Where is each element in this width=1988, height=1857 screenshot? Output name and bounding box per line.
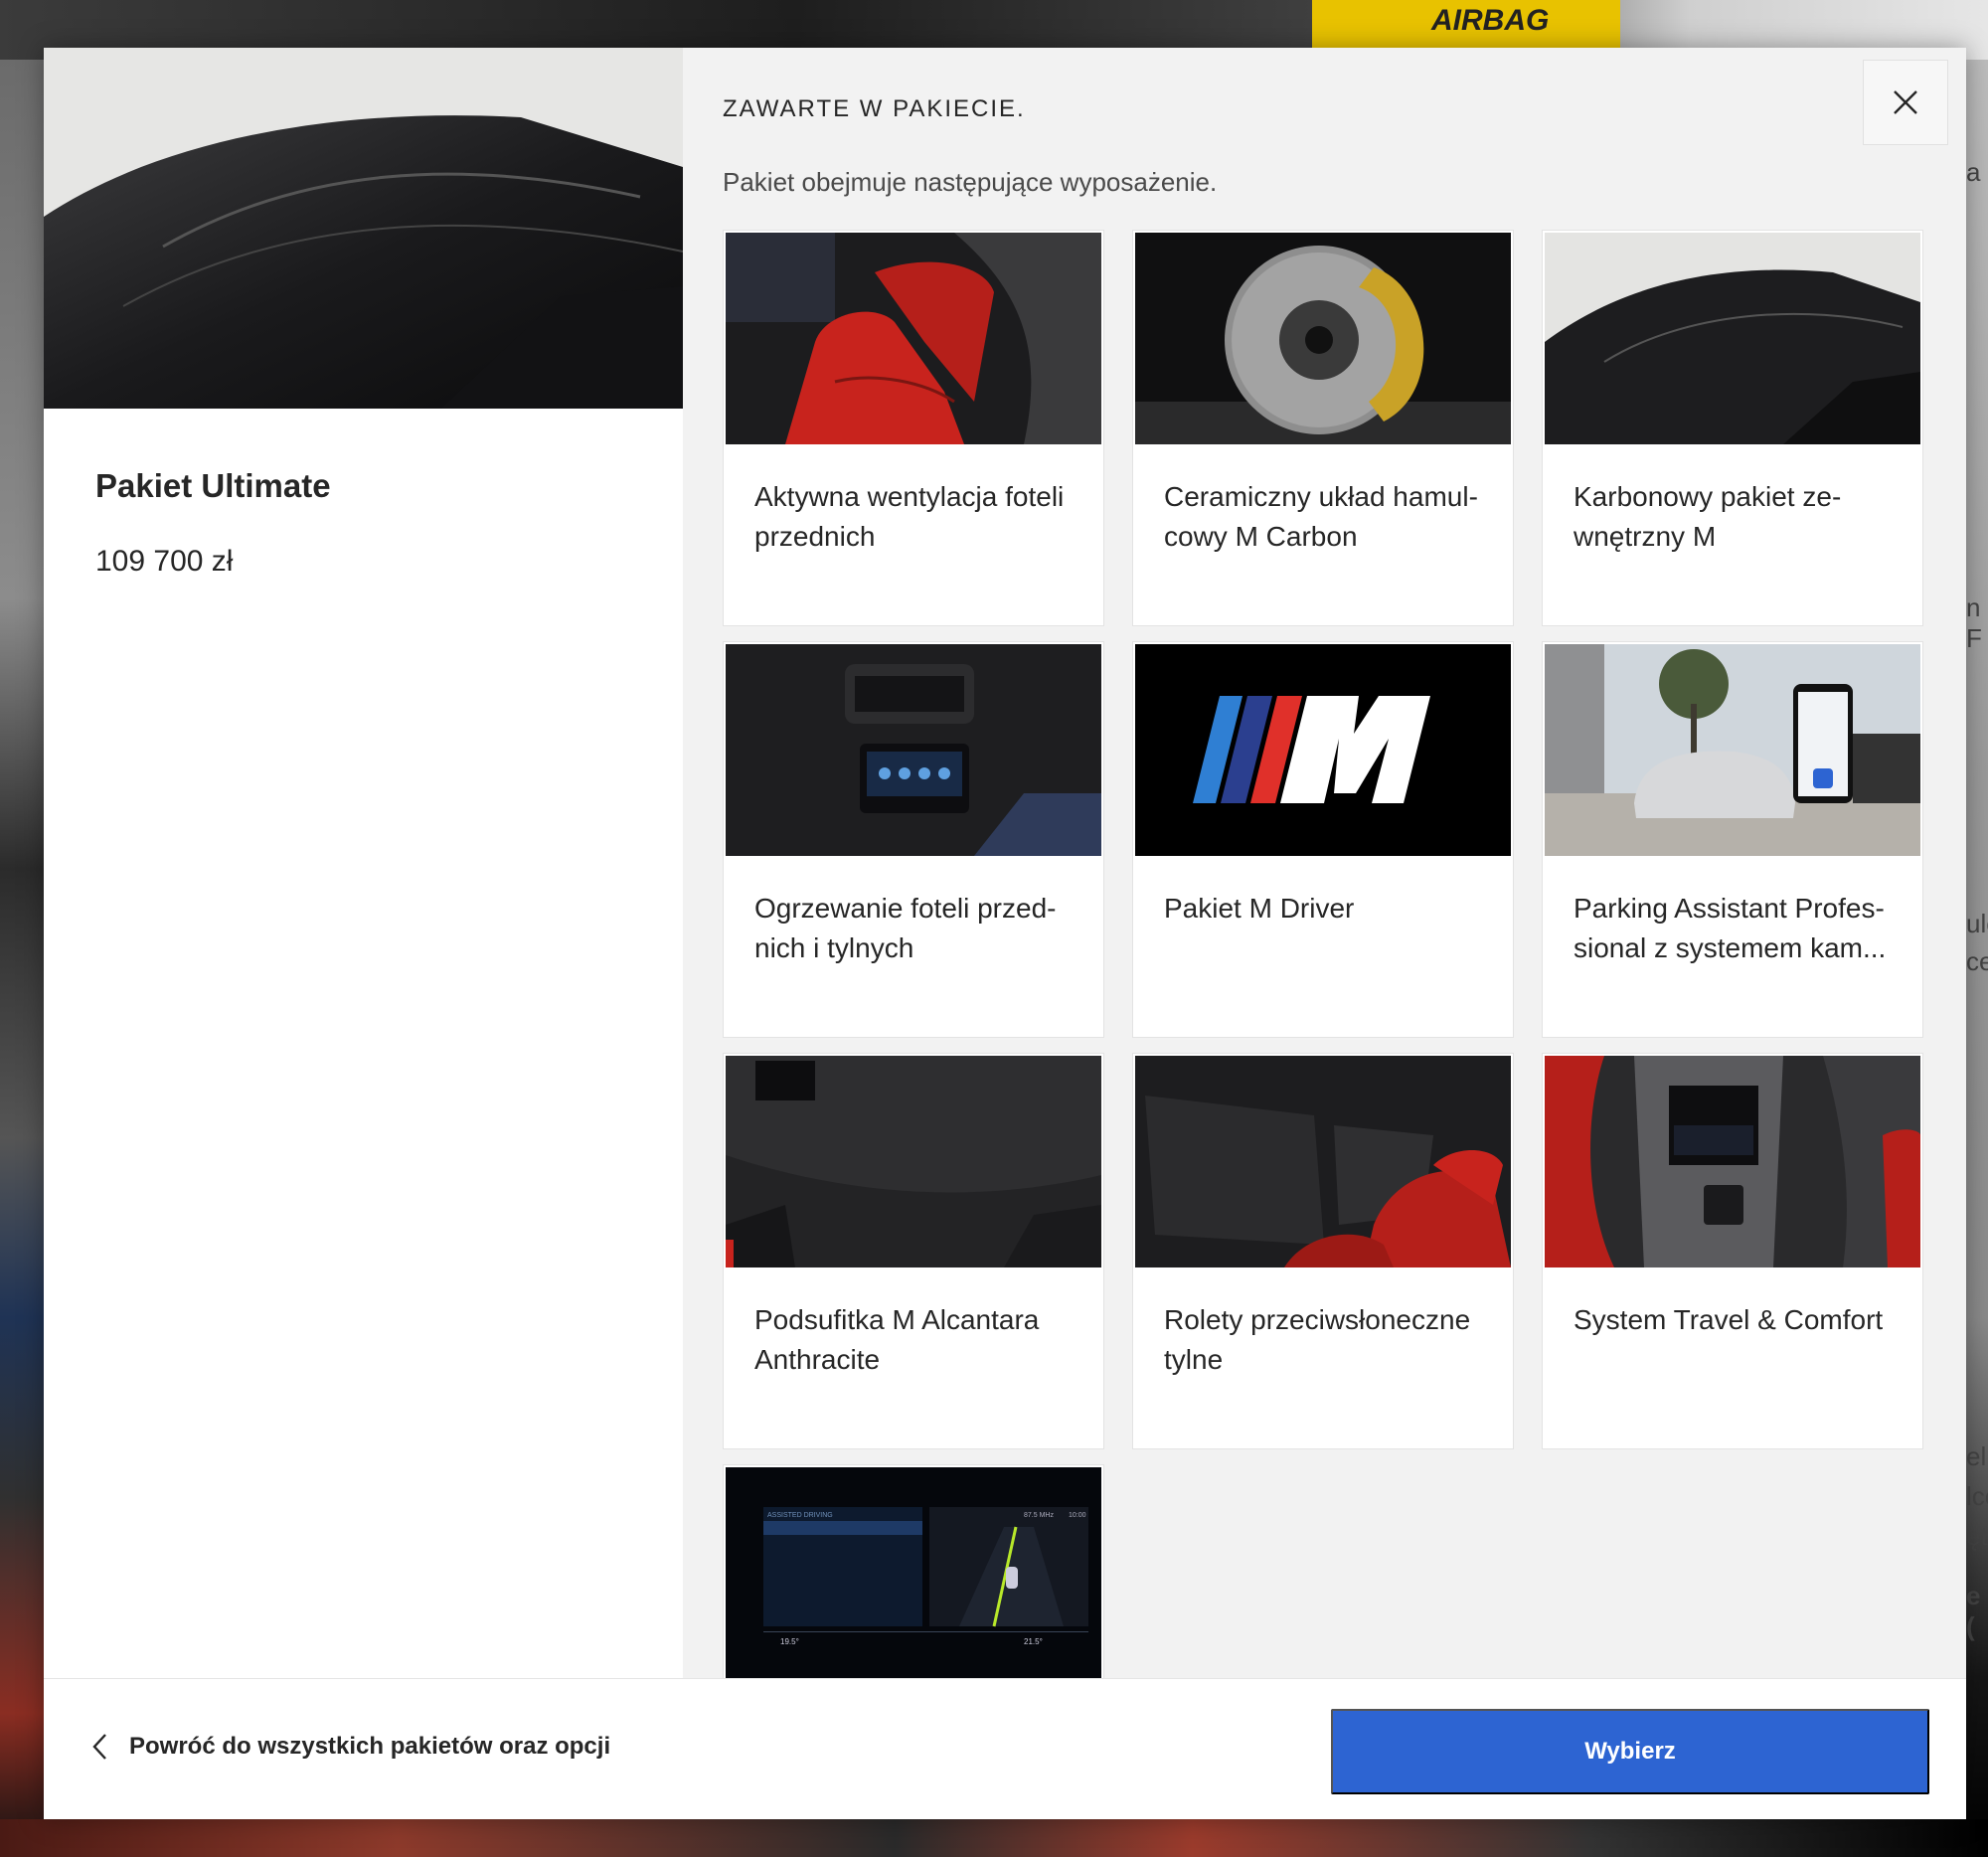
screen-temp-left: 19.5° bbox=[780, 1637, 799, 1646]
close-icon bbox=[1894, 90, 1917, 114]
screen-header-text: ASSISTED DRIVING bbox=[767, 1512, 833, 1519]
section-title: ZAWARTE W PAKIECIE. bbox=[723, 95, 1026, 122]
package-hero-image bbox=[44, 48, 683, 409]
background-text: ulc bbox=[1966, 909, 1988, 938]
item-label: Podsufitka M Alcantara Anthracite bbox=[754, 1304, 1040, 1375]
background-left-strip bbox=[0, 60, 44, 1857]
item-label: System Travel & Comfort bbox=[1574, 1304, 1884, 1335]
background-airbag-sticker: AIRBAG bbox=[1312, 0, 1620, 55]
select-button[interactable]: Wybierz bbox=[1331, 1709, 1929, 1794]
screen-temp-right: 21.5° bbox=[1024, 1637, 1043, 1646]
item-label: Ceramiczny układ hamul­cowy M Carbon bbox=[1164, 481, 1478, 552]
item-card[interactable]: Ceramiczny układ hamul­cowy M Carbon bbox=[1132, 230, 1514, 626]
item-card[interactable]: Aktywna wentylacja foteli przednich bbox=[723, 230, 1104, 626]
item-image-ceramic-brakes bbox=[1135, 233, 1511, 444]
close-button[interactable] bbox=[1863, 60, 1948, 145]
item-card[interactable]: Podsufitka M Alcantara Anthracite bbox=[723, 1053, 1104, 1449]
package-price: 109 700 zł bbox=[95, 545, 234, 578]
package-name: Pakiet Ultimate bbox=[95, 467, 331, 504]
item-card[interactable]: Pakiet M Driver bbox=[1132, 641, 1514, 1038]
background-text: ętr bbox=[1966, 1521, 1988, 1551]
background-text: e ( bbox=[1966, 1581, 1981, 1641]
item-image-carbon-exterior bbox=[1545, 233, 1920, 444]
item-image-alcantara-headliner bbox=[726, 1056, 1101, 1267]
item-card[interactable]: Karbonowy pakiet ze­wnętrzny M bbox=[1542, 230, 1923, 626]
item-image-travel-comfort bbox=[1545, 1056, 1920, 1267]
item-card[interactable]: System Travel & Comfort bbox=[1542, 1053, 1923, 1449]
background-text: lco bbox=[1966, 1481, 1988, 1511]
item-image-seat-ventilation bbox=[726, 233, 1101, 444]
item-label: Parking Assistant Profes­sional z system… bbox=[1574, 893, 1887, 963]
background-bottom-strip bbox=[0, 1819, 1988, 1857]
section-subtitle: Pakiet obejmuje następujące wyposażenie. bbox=[723, 167, 1218, 197]
background-text: ce bbox=[1966, 946, 1988, 976]
item-image-m-driver bbox=[1135, 644, 1511, 856]
background-text: a bbox=[1966, 157, 1981, 187]
screen-time-text: 10:00 bbox=[1069, 1512, 1086, 1519]
back-to-packages-link[interactable]: Powróć do wszystkich pakietów oraz opcji bbox=[91, 1733, 610, 1761]
package-side-panel: Pakiet Ultimate 109 700 zł bbox=[44, 48, 683, 1678]
item-image-assisted-driving-screen: ASSISTED DRIVING 87.5 MHz 10:00 19.5° 21… bbox=[726, 1467, 1101, 1679]
chevron-left-icon bbox=[92, 1734, 106, 1760]
item-label: Aktywna wentylacja foteli przednich bbox=[754, 481, 1065, 552]
background-text: n F bbox=[1966, 592, 1982, 653]
item-image-parking-assistant bbox=[1545, 644, 1920, 856]
screen-radio-text: 87.5 MHz bbox=[1024, 1512, 1054, 1519]
modal-footer: Powróć do wszystkich pakietów oraz opcji… bbox=[44, 1678, 1966, 1819]
item-label: Pakiet M Driver bbox=[1164, 893, 1355, 924]
item-label: Rolety przeciwsłoneczne tylne bbox=[1164, 1304, 1471, 1375]
item-label: Karbonowy pakiet ze­wnętrzny M bbox=[1574, 481, 1842, 552]
item-image-seat-heating bbox=[726, 644, 1101, 856]
item-card[interactable]: Ogrzewanie foteli przed­nich i tylnych bbox=[723, 641, 1104, 1038]
item-card[interactable]: Parking Assistant Profes­sional z system… bbox=[1542, 641, 1923, 1038]
item-card[interactable]: Rolety przeciwsłoneczne tylne bbox=[1132, 1053, 1514, 1449]
package-details-modal: Pakiet Ultimate 109 700 zł ZAWARTE W PAK… bbox=[44, 48, 1966, 1819]
background-text: eli bbox=[1966, 1441, 1988, 1471]
back-link-label: Powróć do wszystkich pakietów oraz opcji bbox=[129, 1733, 611, 1760]
item-label: Ogrzewanie foteli przed­nich i tylnych bbox=[754, 893, 1057, 963]
item-image-sun-blinds bbox=[1135, 1056, 1511, 1267]
